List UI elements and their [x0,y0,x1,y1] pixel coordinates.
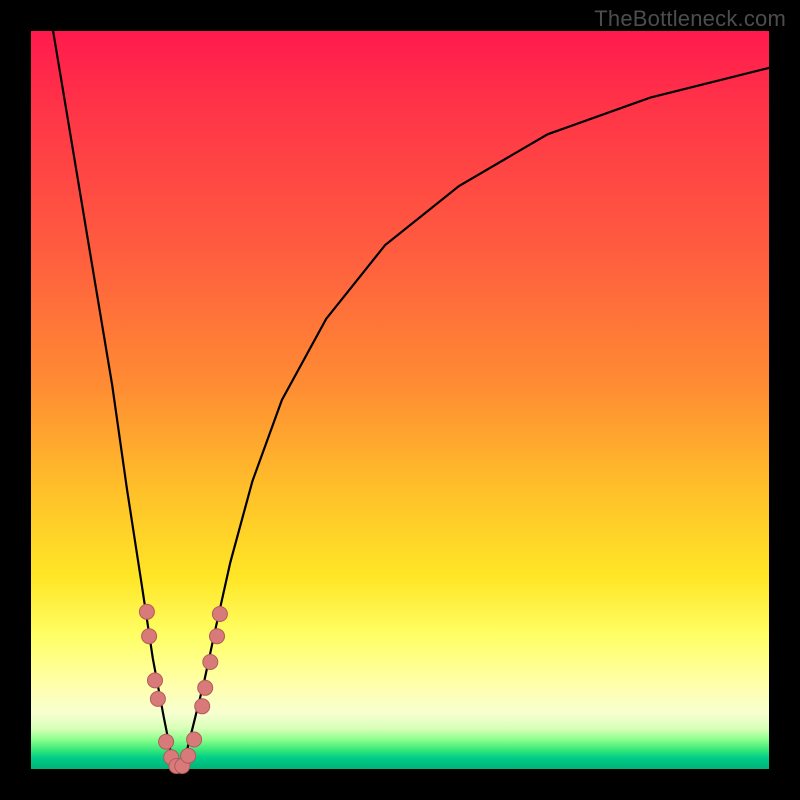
curve-layer [31,31,769,769]
plot-area [31,31,769,769]
watermark-text: TheBottleneck.com [594,6,786,32]
valley-marker [150,691,165,706]
valley-marker [195,699,210,714]
chart-frame: TheBottleneck.com [0,0,800,800]
valley-marker [187,732,202,747]
valley-marker [198,680,213,695]
valley-marker [203,655,218,670]
valley-marker [148,673,163,688]
bottleneck-curve [53,31,769,769]
valley-marker [159,734,174,749]
valley-marker [212,607,227,622]
valley-marker [210,629,225,644]
valley-marker [142,629,157,644]
valley-marker [139,604,154,619]
valley-markers [139,604,227,773]
valley-marker [181,748,196,763]
